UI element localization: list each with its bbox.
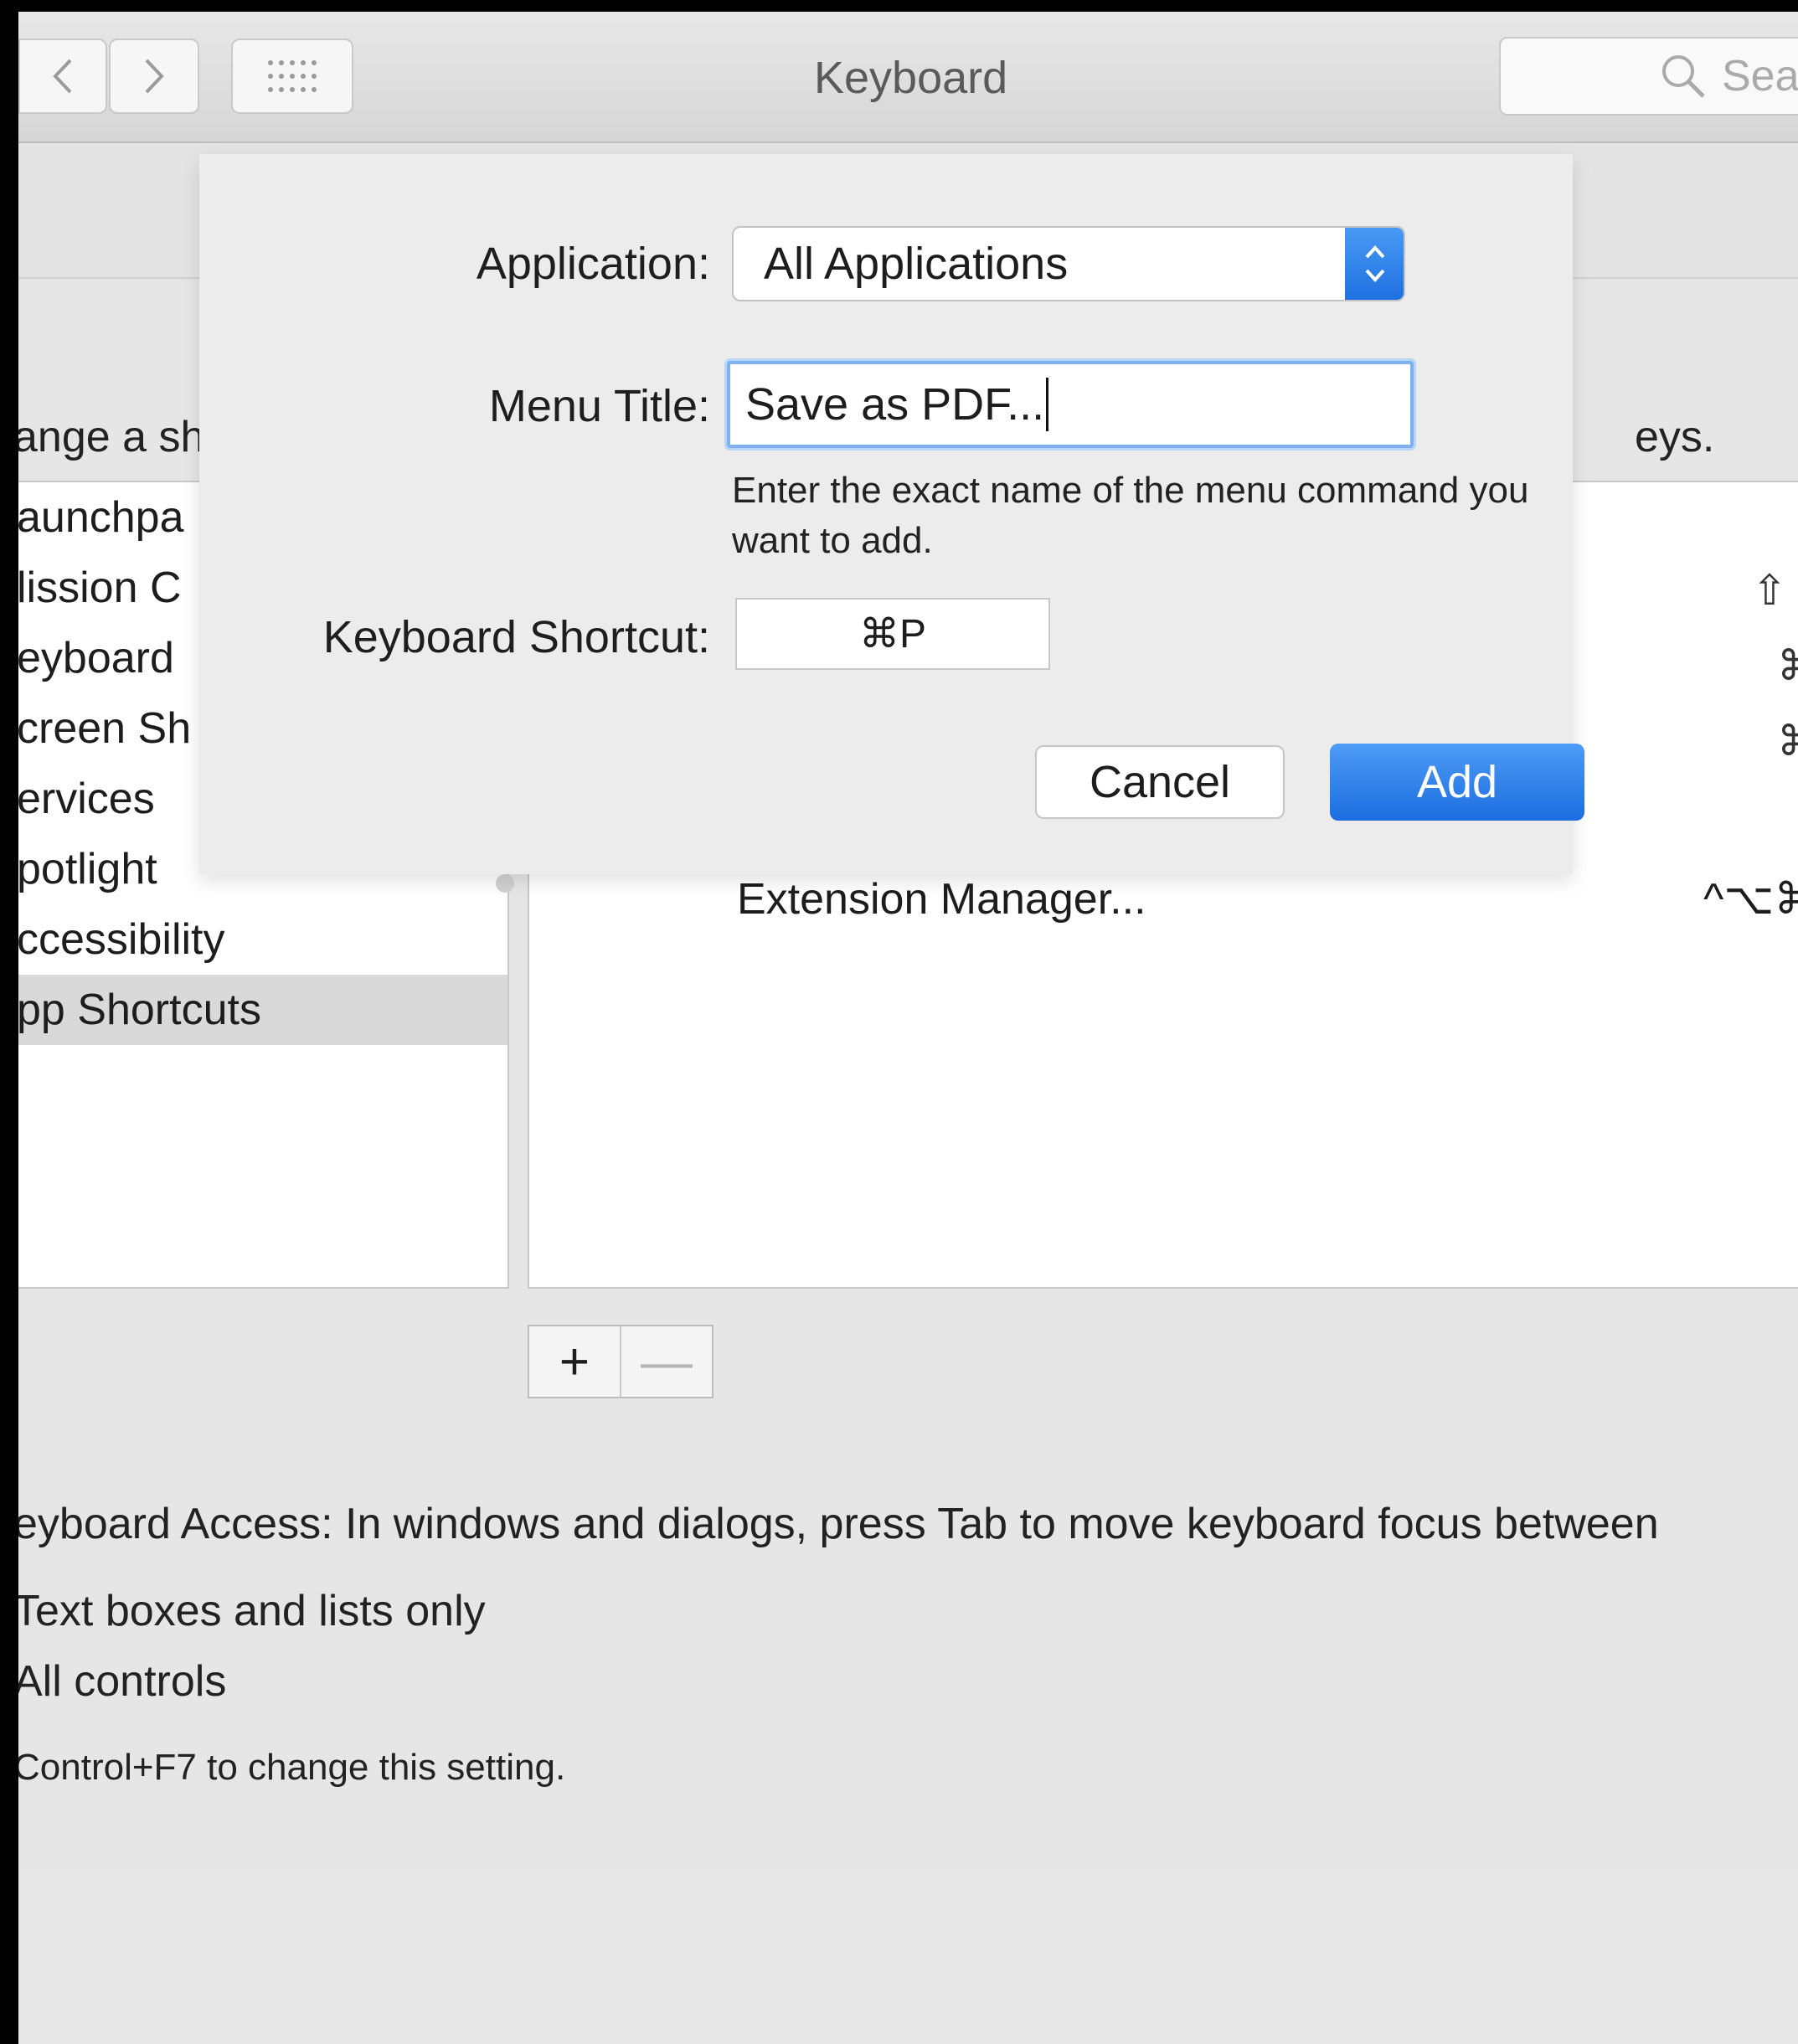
category-item-accessibility[interactable]: ccessibility — [18, 904, 507, 975]
menu-title-label: Menu Title: — [488, 381, 710, 431]
application-popup[interactable]: All Applications — [732, 226, 1405, 301]
shift-symbol: ⇧ — [1752, 567, 1787, 614]
search-field[interactable]: Sear — [1499, 37, 1798, 116]
category-label: potlight — [18, 845, 157, 893]
category-label: lission C — [18, 564, 182, 612]
category-label: eyboard — [18, 634, 174, 682]
category-item-app-shortcuts[interactable]: pp Shortcuts — [18, 975, 507, 1045]
radio-text-boxes[interactable]: Text boxes and lists only — [18, 1586, 486, 1636]
grid-icon — [268, 60, 317, 92]
show-all-button[interactable] — [231, 39, 353, 114]
chevron-left-icon — [53, 59, 72, 94]
keyboard-preferences-window: Keyboard Sear ange a sh eys. aunchpa lis… — [18, 12, 1798, 2044]
chevron-right-icon — [145, 59, 164, 94]
application-value: All Applications — [764, 239, 1069, 289]
category-label: ervices — [18, 775, 155, 823]
menu-title-hint: Enter the exact name of the menu command… — [732, 470, 1529, 561]
keyboard-access-text: eyboard Access: In windows and dialogs, … — [18, 1500, 1659, 1548]
category-label: creen Sh — [18, 704, 192, 753]
add-shortcut-button[interactable]: + — [529, 1326, 620, 1397]
remove-shortcut-button[interactable]: — — [620, 1326, 712, 1397]
category-label: aunchpa — [18, 493, 184, 542]
cancel-button[interactable]: Cancel — [1035, 745, 1285, 819]
application-label: Application: — [476, 239, 710, 289]
pane-description-left: ange a sh — [18, 413, 205, 461]
shortcut-row-name[interactable]: Extension Manager... — [737, 874, 1146, 924]
add-remove-control: + — — [528, 1325, 714, 1398]
text-caret — [1046, 378, 1049, 431]
control-f7-hint: Control+F7 to change this setting. — [18, 1747, 566, 1788]
title-bar: Keyboard Sear — [18, 12, 1798, 143]
forward-button[interactable] — [109, 39, 199, 114]
radio-all-controls[interactable]: All controls — [18, 1656, 226, 1707]
search-placeholder: Sear — [1722, 52, 1798, 100]
scroll-indicator[interactable] — [496, 874, 514, 893]
command-symbol: ⌘ — [1777, 718, 1798, 765]
command-symbol: ⌘ — [1777, 642, 1798, 689]
keyboard-shortcut-label: Keyboard Shortcut: — [322, 612, 710, 662]
window-title: Keyboard — [814, 53, 1008, 103]
menu-title-input[interactable]: Save as PDF... — [727, 361, 1414, 448]
category-label: pp Shortcuts — [18, 986, 261, 1034]
add-shortcut-sheet: Application: All Applications Menu Title… — [199, 154, 1584, 874]
search-icon — [1662, 55, 1705, 98]
popup-arrows-icon — [1345, 228, 1404, 300]
shortcut-row-keys[interactable]: ^⌥⌘ — [1703, 874, 1798, 924]
back-button[interactable] — [18, 39, 107, 114]
menu-title-value: Save as PDF... — [745, 379, 1045, 430]
add-button[interactable]: Add — [1330, 744, 1584, 821]
bottom-area — [18, 1869, 1798, 2044]
category-label: ccessibility — [18, 915, 225, 964]
keyboard-shortcut-field[interactable]: ⌘P — [735, 598, 1050, 670]
pane-description-right: eys. — [1635, 413, 1715, 461]
